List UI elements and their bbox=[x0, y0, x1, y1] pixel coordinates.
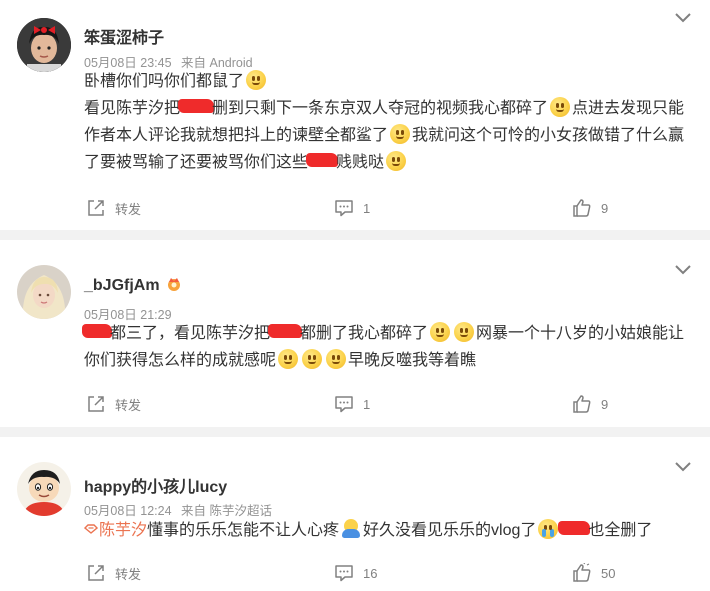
smile-emoji bbox=[246, 70, 267, 90]
smile-emoji bbox=[550, 97, 571, 117]
text-segment: 早晚反噬我等着瞧 bbox=[348, 352, 477, 369]
text-segment: 删到只剩下一条东京双人夺冠的视频我心都碎了 bbox=[212, 100, 549, 117]
like-count: 9 bbox=[601, 200, 609, 216]
smile-emoji bbox=[386, 151, 407, 171]
comment-text: 卧槽你们吗你们都鼠了 看见陈芋汐把 删到只剩下一条东京双人夺冠的视频我心都碎了 点进… bbox=[84, 68, 694, 176]
thumbs-up-icon bbox=[573, 199, 591, 217]
avatar[interactable] bbox=[17, 462, 71, 516]
comment-text: 都三了，看见陈芋汐把 都删了我心都碎了 网暴一个十八岁的小姑娘能让你们获得怎么样的成… bbox=[82, 320, 694, 374]
smile-emoji bbox=[430, 322, 451, 342]
action-bar: 转发 16 50 bbox=[0, 561, 710, 585]
text-segment: 都删了我心都碎了 bbox=[300, 325, 429, 342]
crying-emoji bbox=[538, 519, 559, 539]
smile-emoji bbox=[390, 124, 411, 144]
thumbs-up-icon bbox=[573, 395, 591, 413]
share-icon bbox=[88, 200, 104, 216]
like-count: 50 bbox=[601, 565, 616, 581]
comment-count: 1 bbox=[363, 396, 371, 412]
smile-emoji bbox=[302, 349, 323, 369]
comment-count: 16 bbox=[363, 565, 378, 581]
comment-icon bbox=[335, 565, 353, 582]
comment-count: 1 bbox=[363, 200, 371, 216]
repost-button[interactable]: 转发 bbox=[86, 196, 141, 220]
repost-label: 转发 bbox=[115, 397, 142, 413]
card-separator bbox=[0, 427, 710, 437]
chevron-down-icon[interactable] bbox=[674, 12, 692, 24]
comment-feed: 笨蛋涩柿子 05月08日 23:45 来自 Android 卧槽你们吗你们都鼠了… bbox=[0, 0, 710, 591]
share-icon bbox=[88, 396, 104, 412]
like-button[interactable]: 9 bbox=[572, 196, 608, 220]
username[interactable]: 笨蛋涩柿子 bbox=[84, 24, 164, 48]
comment-card: 笨蛋涩柿子 05月08日 23:45 来自 Android 卧槽你们吗你们都鼠了… bbox=[0, 0, 710, 230]
comment-button[interactable]: 1 bbox=[334, 196, 370, 220]
thumbs-up-icon bbox=[573, 563, 591, 582]
username[interactable]: happy的小孩儿lucy bbox=[84, 473, 227, 497]
text-segment: 都三了，看见陈芋汐把 bbox=[110, 325, 271, 342]
repost-button[interactable]: 转发 bbox=[86, 392, 141, 416]
text-segment: 懂事的乐乐怎能不让人心疼 bbox=[147, 522, 340, 539]
comment-button[interactable]: 16 bbox=[334, 561, 377, 585]
redaction-mark bbox=[558, 521, 591, 535]
action-bar: 转发 1 9 bbox=[0, 196, 710, 220]
comment-button[interactable]: 1 bbox=[334, 392, 370, 416]
repost-button[interactable]: 转发 bbox=[86, 561, 141, 585]
avatar[interactable] bbox=[17, 18, 71, 72]
hug-emoji bbox=[341, 519, 361, 539]
username-text: _bJGfjAm bbox=[84, 277, 160, 294]
avatar[interactable] bbox=[17, 265, 71, 319]
like-button[interactable]: 9 bbox=[572, 392, 608, 416]
vip-badge-icon bbox=[168, 278, 181, 291]
redaction-mark bbox=[82, 324, 112, 338]
text-segment: 卧槽你们吗你们都鼠了 bbox=[84, 73, 245, 90]
text-segment: 也全删了 bbox=[588, 522, 653, 539]
diamond-tag-icon bbox=[84, 524, 98, 534]
share-icon bbox=[88, 565, 104, 581]
redaction-mark bbox=[178, 99, 215, 113]
repost-label: 转发 bbox=[115, 201, 142, 217]
smile-emoji bbox=[278, 349, 299, 369]
comment-icon bbox=[335, 200, 353, 217]
chevron-down-icon[interactable] bbox=[674, 461, 692, 473]
card-separator bbox=[0, 230, 710, 240]
chevron-down-icon[interactable] bbox=[674, 264, 692, 276]
text-segment: 看见陈芋汐把 bbox=[84, 100, 181, 117]
supertopic-tag[interactable]: 陈芋汐 bbox=[84, 522, 147, 539]
supertopic-tag-text: 陈芋汐 bbox=[99, 522, 148, 539]
comment-date: 05月08日 12:24 bbox=[84, 504, 172, 518]
text-segment: 贱贱哒 bbox=[336, 154, 385, 171]
comment-source[interactable]: 来自 陈芋汐超话 bbox=[181, 504, 272, 518]
comment-card: happy的小孩儿lucy 05月08日 12:24 来自 陈芋汐超话 陈芋汐懂… bbox=[0, 437, 710, 591]
smile-emoji bbox=[454, 322, 475, 342]
repost-label: 转发 bbox=[115, 566, 142, 582]
comment-card: _bJGfjAm 05月08日 21:29 都三了，看见陈芋汐把 都删了我心都碎了… bbox=[0, 240, 710, 427]
username[interactable]: _bJGfjAm bbox=[84, 276, 182, 295]
comment-text: 陈芋汐懂事的乐乐怎能不让人心疼 好久没看见乐乐的vlog了 也全删了 bbox=[84, 517, 694, 544]
comment-icon bbox=[335, 396, 353, 413]
smile-emoji bbox=[326, 349, 347, 369]
redaction-mark bbox=[268, 324, 303, 338]
action-bar: 转发 1 9 bbox=[0, 392, 710, 416]
text-segment: 好久没看见乐乐的vlog了 bbox=[363, 522, 537, 539]
like-button[interactable]: 50 bbox=[572, 561, 615, 585]
redaction-mark bbox=[306, 153, 339, 167]
like-count: 9 bbox=[601, 396, 609, 412]
